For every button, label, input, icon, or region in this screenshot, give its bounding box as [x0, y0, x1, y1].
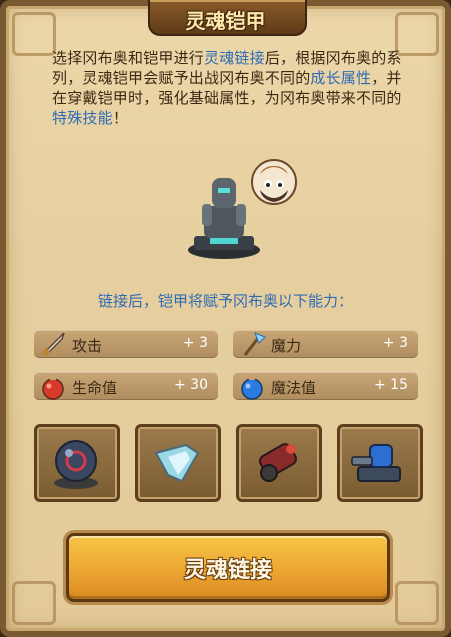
stat-label: 魔法值	[271, 379, 317, 397]
soul-link-button[interactable]: 灵魂链接	[66, 533, 390, 602]
armor-statue-illustration	[188, 159, 297, 259]
description-text: 选择冈布奥和铠甲进行灵魂链接后，根据冈布奥的系列，灵魂铠甲会赋予出战冈布奥不同的…	[52, 48, 402, 128]
equipment-slot[interactable]	[337, 424, 423, 502]
equipment-slot[interactable]	[34, 424, 120, 502]
special-skill-highlight: 特殊技能	[52, 109, 113, 127]
stat-attack: 攻击 + 3	[34, 330, 218, 358]
stat-value: + 15	[374, 377, 408, 393]
equipment-slot[interactable]	[236, 424, 322, 502]
red-cannon-icon	[258, 443, 298, 482]
red-potion-icon	[42, 374, 64, 400]
growth-attribute-highlight: 成长属性	[310, 69, 372, 87]
desc-part: 选择冈布奥和铠甲进行	[52, 49, 205, 67]
soul-link-button-label: 灵魂链接	[183, 558, 272, 583]
corner-ornament	[12, 12, 56, 56]
dark-orb-icon	[54, 440, 98, 489]
stat-value: + 3	[382, 335, 408, 351]
stat-label: 魔力	[271, 337, 302, 355]
panel-title: 灵魂铠甲	[185, 9, 266, 33]
blue-potion-icon	[241, 374, 263, 400]
equipment-slot[interactable]	[135, 424, 221, 502]
stat-value: + 30	[174, 377, 208, 393]
soul-link-highlight: 灵魂链接	[204, 49, 265, 67]
stat-hp: 生命值 + 30	[34, 372, 218, 400]
blue-turret-icon	[351, 444, 401, 482]
corner-ornament	[395, 581, 439, 625]
sword-icon	[41, 332, 65, 357]
stat-magic-power: 魔力 + 3	[233, 330, 418, 358]
desc-part: ！	[112, 109, 129, 127]
link-ability-subtitle: 链接后，铠甲将赋予冈布奥以下能力：	[97, 292, 353, 310]
stat-value: + 3	[182, 335, 208, 351]
stat-label: 攻击	[72, 337, 103, 355]
magic-axe-icon	[243, 332, 266, 356]
stat-label: 生命值	[72, 379, 118, 397]
crystal-shard-icon	[154, 443, 200, 483]
corner-ornament	[12, 581, 56, 625]
stat-mp: 魔法值 + 15	[233, 372, 418, 400]
